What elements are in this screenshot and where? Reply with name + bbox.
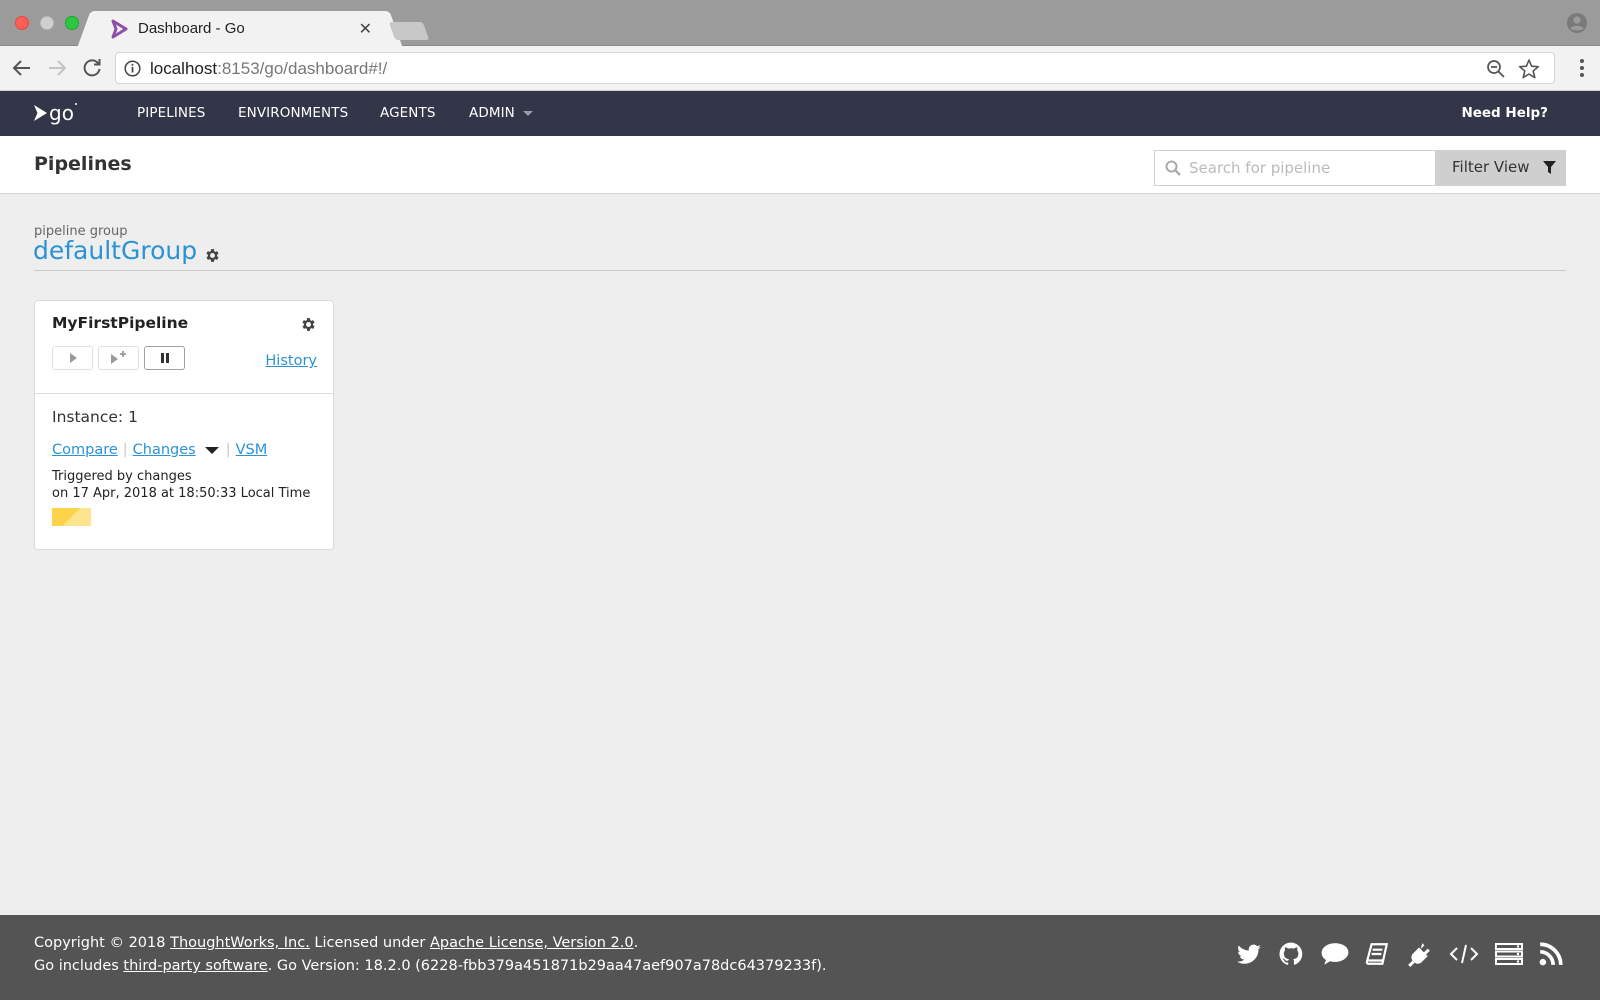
- github-icon[interactable]: [1278, 941, 1304, 967]
- bookmark-star-icon[interactable]: [1518, 58, 1540, 80]
- nav-agents[interactable]: AGENTS: [380, 105, 436, 121]
- license-middle: Licensed under: [309, 935, 430, 951]
- pipeline-group-name[interactable]: defaultGroup: [33, 236, 197, 265]
- zoom-out-icon[interactable]: [1486, 59, 1506, 79]
- api-code-icon[interactable]: [1449, 941, 1479, 967]
- tab-title: Dashboard - Go: [138, 20, 245, 37]
- new-tab-button[interactable]: [388, 22, 430, 40]
- filter-view-label: Filter View: [1452, 158, 1530, 176]
- chat-icon[interactable]: [1320, 941, 1350, 967]
- search-input[interactable]: [1189, 151, 1429, 185]
- reload-icon[interactable]: [80, 56, 104, 80]
- url-host: localhost: [150, 59, 218, 78]
- nav-environments[interactable]: ENVIRONMENTS: [238, 105, 348, 121]
- group-settings-gear-icon[interactable]: [204, 247, 221, 264]
- instance-links: Compare | Changes | VSM: [52, 442, 267, 458]
- history-link[interactable]: History: [265, 353, 317, 369]
- stage-status-bar[interactable]: [52, 508, 91, 526]
- nav-pipelines[interactable]: PIPELINES: [137, 105, 205, 121]
- filter-icon: [1543, 161, 1556, 174]
- version-line: Go includes third-party software. Go Ver…: [34, 958, 827, 974]
- browser-menu-icon[interactable]: [1578, 57, 1586, 79]
- copyright-suffix: .: [633, 935, 639, 951]
- app-header: go PIPELINES ENVIRONMENTS AGENTS ADMIN N…: [0, 91, 1600, 136]
- instance-label: Instance: 1: [52, 408, 138, 426]
- svg-text:go: go: [49, 101, 74, 125]
- link-separator: |: [225, 442, 231, 458]
- maximize-window-button[interactable]: [65, 16, 79, 30]
- caret-down-icon[interactable]: [204, 446, 219, 454]
- profile-icon[interactable]: [1566, 12, 1588, 34]
- third-party-link[interactable]: third-party software: [123, 958, 267, 974]
- pause-pipeline-button[interactable]: [144, 346, 185, 370]
- copyright-line: Copyright © 2018 ThoughtWorks, Inc. Lice…: [34, 935, 638, 951]
- compare-link[interactable]: Compare: [52, 442, 118, 458]
- search-box: [1154, 150, 1436, 186]
- server-icon[interactable]: [1494, 941, 1524, 967]
- pipeline-name: MyFirstPipeline: [52, 314, 189, 332]
- browser-tab[interactable]: Dashboard - Go ✕: [94, 11, 386, 47]
- tab-close-icon[interactable]: ✕: [359, 19, 372, 38]
- forward-icon[interactable]: [45, 56, 69, 80]
- pipeline-settings-gear-icon[interactable]: [300, 316, 317, 333]
- thoughtworks-link[interactable]: ThoughtWorks, Inc.: [170, 935, 310, 951]
- play-with-options-icon: [110, 351, 126, 364]
- trigger-pipeline-button[interactable]: [52, 346, 93, 370]
- nav-admin[interactable]: ADMIN: [469, 105, 533, 121]
- trigger-with-options-button[interactable]: [98, 346, 139, 370]
- pipeline-card: MyFirstPipeline History Instance: 1 Comp…: [34, 300, 334, 550]
- card-divider: [35, 393, 333, 394]
- chevron-down-icon: [522, 110, 533, 116]
- need-help-link[interactable]: Need Help?: [1461, 105, 1548, 121]
- twitter-icon[interactable]: [1236, 941, 1262, 967]
- apache-license-link[interactable]: Apache License, Version 2.0: [430, 935, 634, 951]
- triggered-on: on 17 Apr, 2018 at 18:50:33 Local Time: [52, 486, 311, 501]
- url-text[interactable]: localhost:8153/go/dashboard#!/: [150, 59, 387, 79]
- docs-book-icon[interactable]: [1364, 941, 1390, 967]
- go-favicon-icon: [111, 19, 128, 39]
- search-icon: [1165, 160, 1181, 176]
- address-bar[interactable]: localhost:8153/go/dashboard#!/: [115, 52, 1555, 84]
- minimize-window-button[interactable]: [40, 16, 54, 30]
- filter-view-button[interactable]: Filter View: [1436, 150, 1566, 186]
- copyright-prefix: Copyright © 2018: [34, 935, 171, 951]
- plugin-icon[interactable]: [1406, 941, 1432, 967]
- nav-admin-label: ADMIN: [469, 105, 515, 121]
- page-title: Pipelines: [34, 153, 132, 175]
- link-separator: |: [122, 442, 128, 458]
- page-header: Pipelines Filter View: [0, 136, 1600, 194]
- includes-prefix: Go includes: [34, 958, 124, 974]
- browser-toolbar: localhost:8153/go/dashboard#!/: [0, 46, 1600, 91]
- triggered-by: Triggered by changes: [52, 469, 192, 484]
- group-divider: [34, 270, 1566, 271]
- version-text: . Go Version: 18.2.0 (6228-fbb379a451871…: [267, 958, 827, 974]
- vsm-link[interactable]: VSM: [236, 442, 268, 458]
- url-path: :8153/go/dashboard#!/: [217, 59, 388, 78]
- pause-icon: [160, 353, 169, 363]
- rss-icon[interactable]: [1538, 941, 1564, 967]
- close-window-button[interactable]: [15, 16, 29, 30]
- changes-link[interactable]: Changes: [133, 442, 196, 458]
- browser-titlebar: Dashboard - Go ✕: [0, 0, 1600, 47]
- play-icon: [69, 353, 77, 363]
- info-icon[interactable]: [124, 60, 141, 77]
- back-icon[interactable]: [10, 56, 34, 80]
- footer: Copyright © 2018 ThoughtWorks, Inc. Lice…: [0, 915, 1600, 1000]
- go-logo-icon[interactable]: go: [32, 100, 82, 126]
- trigger-info: Triggered by changes on 17 Apr, 2018 at …: [52, 468, 310, 502]
